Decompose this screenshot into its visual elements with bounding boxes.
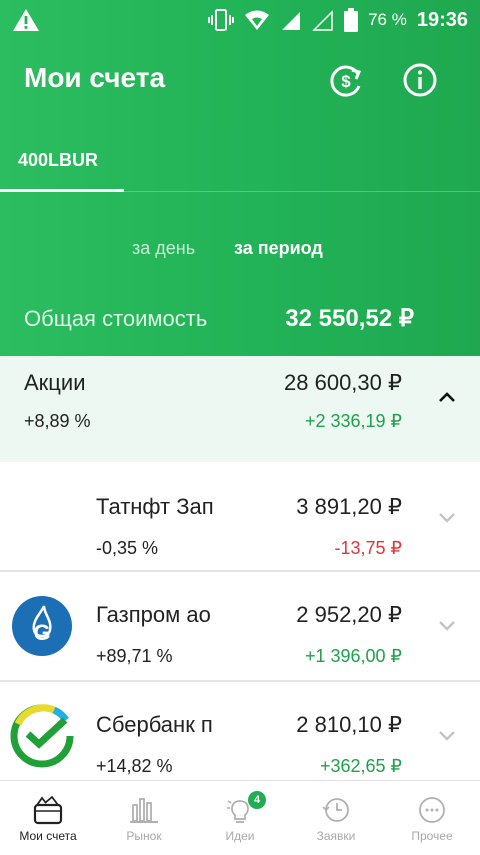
- holding-value: 2 810,10 ₽: [296, 712, 402, 737]
- signal-empty-icon: [312, 10, 333, 31]
- warning-icon: [13, 9, 39, 31]
- svg-text:G: G: [33, 620, 50, 645]
- bar-chart-icon: [130, 798, 158, 823]
- sberbank-logo: [10, 704, 74, 768]
- holding-percent: +14,82 %: [96, 756, 173, 776]
- holding-change: +1 396,00 ₽: [304, 646, 402, 666]
- gazprom-logo: G: [12, 596, 72, 656]
- clock-icon: [322, 798, 349, 822]
- nav-item-ideas[interactable]: 4 Идеи: [192, 781, 288, 855]
- tab-divider: [0, 191, 480, 192]
- tab-account-400lbur[interactable]: 400LBUR: [0, 138, 124, 192]
- holding-percent: +89,71 %: [96, 646, 173, 666]
- chevron-down-icon[interactable]: [438, 620, 456, 632]
- svg-text:$: $: [341, 72, 351, 91]
- ideas-count-badge: 4: [248, 791, 266, 809]
- nav-item-market[interactable]: Рынок: [96, 781, 192, 855]
- bottom-navigation: Мои счета Рынок 4 Идеи Заявки Прочее: [0, 780, 480, 855]
- holding-value: 3 891,20 ₽: [296, 494, 402, 519]
- nav-label: Прочее: [411, 829, 453, 843]
- holding-change: +362,65 ₽: [319, 756, 402, 776]
- currency-exchange-icon[interactable]: $: [328, 62, 364, 98]
- total-value-label: Общая стоимость: [24, 306, 208, 331]
- page-title: Мои счета: [24, 62, 166, 93]
- vibrate-icon: [208, 9, 235, 31]
- accounts-header: 76 % 19:36 Мои счета $ 400LBUR за день з…: [0, 0, 480, 356]
- group-value: 28 600,30 ₽: [284, 370, 402, 395]
- list-item-gazprom[interactable]: G Газпром ао +89,71 % 2 952,20 ₽ +1 396,…: [0, 572, 480, 680]
- list-item-tatneft[interactable]: Татнфт Зап -0,35 % 3 891,20 ₽ -13,75 ₽: [0, 462, 480, 570]
- holding-name: Сбербанк п: [96, 712, 213, 737]
- signal-icon: [282, 12, 301, 30]
- group-name: Акции: [24, 370, 86, 395]
- period-range-button[interactable]: за период: [234, 238, 323, 259]
- period-day-button[interactable]: за день: [132, 238, 195, 259]
- nav-label: Рынок: [126, 829, 162, 843]
- holding-percent: -0,35 %: [96, 538, 159, 558]
- info-icon[interactable]: [402, 62, 438, 98]
- tab-label: 400LBUR: [18, 150, 99, 170]
- nav-label: Заявки: [316, 829, 356, 843]
- battery-percent: 76 %: [368, 10, 407, 29]
- chevron-down-icon[interactable]: [438, 512, 456, 524]
- nav-item-my-accounts[interactable]: Мои счета: [0, 781, 96, 855]
- group-change: +2 336,19 ₽: [304, 411, 402, 431]
- nav-item-more[interactable]: Прочее: [384, 781, 480, 855]
- nav-label: Идеи: [225, 829, 255, 843]
- group-percent: +8,89 %: [24, 411, 91, 431]
- group-row-stocks[interactable]: Акции +8,89 % 28 600,30 ₽ +2 336,19 ₽: [0, 356, 480, 462]
- clock-time: 19:36: [416, 8, 468, 31]
- nav-item-orders[interactable]: Заявки: [288, 781, 384, 855]
- chevron-down-icon[interactable]: [438, 730, 456, 742]
- status-bar: 76 % 19:36: [0, 0, 480, 40]
- holding-change: -13,75 ₽: [334, 538, 403, 558]
- battery-icon: [344, 8, 359, 32]
- wifi-icon: [245, 10, 270, 30]
- more-icon: [419, 797, 445, 823]
- holding-value: 2 952,20 ₽: [296, 602, 402, 627]
- list-item-sberbank[interactable]: Сбербанк п +14,82 % 2 810,10 ₽ +362,65 ₽: [0, 682, 480, 780]
- chevron-up-icon[interactable]: [438, 391, 456, 403]
- holding-name: Татнфт Зап: [96, 494, 214, 519]
- holding-name: Газпром ао: [96, 602, 211, 627]
- nav-label: Мои счета: [19, 829, 77, 843]
- wallet-icon: [33, 795, 63, 825]
- total-value-amount: 32 550,52 ₽: [285, 305, 414, 332]
